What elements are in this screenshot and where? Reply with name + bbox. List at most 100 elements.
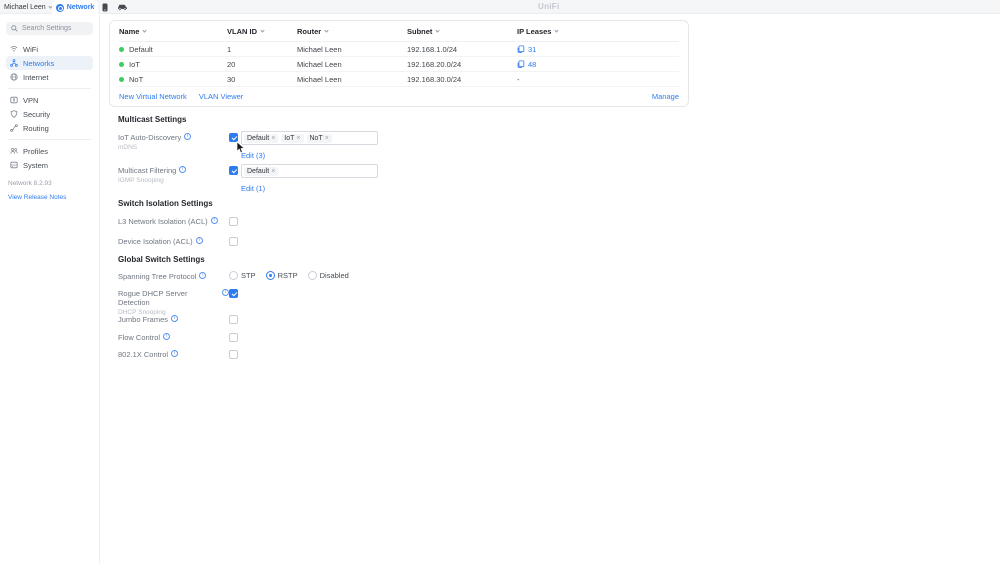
network-name-cell: IoT <box>119 60 227 69</box>
topbar-device-icons <box>102 0 128 14</box>
chip-remove-icon[interactable] <box>325 135 329 142</box>
l3-isolation-checkbox[interactable] <box>229 217 238 226</box>
info-icon[interactable] <box>171 315 178 322</box>
routing-icon <box>10 124 18 132</box>
vlan-id-cell: 1 <box>227 45 297 54</box>
jumbo-frames-checkbox[interactable] <box>229 315 238 324</box>
sidebar-item-label: Routing <box>23 124 49 133</box>
profiles-icon <box>10 147 18 155</box>
info-icon[interactable] <box>211 217 218 224</box>
globe-icon <box>10 73 18 81</box>
chip-remove-icon[interactable] <box>271 168 275 175</box>
vehicle-device-icon[interactable] <box>117 3 128 11</box>
setting-label: Flow Control <box>118 333 229 342</box>
search-input[interactable]: Search Settings <box>6 22 93 35</box>
setting-row-flow-control: Flow Control <box>118 333 238 342</box>
leases-doc-icon <box>517 45 525 53</box>
subnet-cell: 192.168.20.0/24 <box>407 60 517 69</box>
setting-row-iot-auto-discovery: IoT Auto-Discovery mDNS Default IoT <box>118 133 378 160</box>
sidebar-divider <box>8 139 91 140</box>
sidebar-item-networks[interactable]: Networks <box>6 56 93 70</box>
radio-icon <box>308 271 317 280</box>
vlan-viewer-link[interactable]: VLAN Viewer <box>199 92 243 101</box>
version-label: Network 8.2.93 <box>8 180 93 187</box>
network-chip: Default <box>244 134 278 143</box>
info-icon[interactable] <box>163 333 170 340</box>
info-icon[interactable] <box>222 289 229 296</box>
shield-icon <box>10 110 18 118</box>
setting-control <box>229 315 238 324</box>
info-icon[interactable] <box>199 272 206 279</box>
ip-leases-link[interactable]: 48 <box>517 60 679 69</box>
table-row[interactable]: IoT 20 Michael Leen 192.168.20.0/24 48 <box>119 57 679 72</box>
setting-control <box>229 289 238 316</box>
info-icon[interactable] <box>171 350 178 357</box>
setting-control <box>229 350 238 359</box>
iot-networks-tag-input[interactable]: Default IoT NoT <box>241 131 378 145</box>
tab-network-label: Network <box>67 4 95 11</box>
vlan-id-cell: 30 <box>227 75 297 84</box>
column-header-router[interactable]: Router <box>297 27 407 36</box>
table-row[interactable]: Default 1 Michael Leen 192.168.1.0/24 31 <box>119 42 679 57</box>
sidebar-item-vpn[interactable]: VPN <box>6 93 93 107</box>
multicast-filtering-checkbox[interactable] <box>229 166 238 175</box>
8021x-control-checkbox[interactable] <box>229 350 238 359</box>
filtering-networks-tag-input[interactable]: Default <box>241 164 378 178</box>
sidebar-item-wifi[interactable]: WiFi <box>6 42 93 56</box>
chip-remove-icon[interactable] <box>271 135 275 142</box>
radio-selected-icon <box>266 271 275 280</box>
site-switcher[interactable]: Michael Leen <box>4 0 52 14</box>
column-header-vlan-id[interactable]: VLAN ID <box>227 27 297 36</box>
chip-remove-icon[interactable] <box>296 135 300 142</box>
rogue-dhcp-checkbox[interactable] <box>229 289 238 298</box>
network-chip: Default <box>244 167 278 176</box>
subnet-cell: 192.168.1.0/24 <box>407 45 517 54</box>
edit-link[interactable]: Edit (1) <box>241 184 378 193</box>
sidebar-item-label: Internet <box>23 73 48 82</box>
radio-option-disabled[interactable]: Disabled <box>308 271 349 280</box>
leases-doc-icon <box>517 60 525 68</box>
stp-radio-group: STP RSTP Disabled <box>229 271 349 280</box>
radio-option-rstp[interactable]: RSTP <box>266 271 298 280</box>
info-icon[interactable] <box>184 133 191 140</box>
setting-row-multicast-filtering: Multicast Filtering IGMP Snooping Defaul… <box>118 166 378 193</box>
edit-link[interactable]: Edit (3) <box>241 151 378 160</box>
flow-control-checkbox[interactable] <box>229 333 238 342</box>
column-header-name[interactable]: Name <box>119 27 227 36</box>
sort-chevron-icon <box>325 28 329 32</box>
info-icon[interactable] <box>196 237 203 244</box>
subnet-cell: 192.168.30.0/24 <box>407 75 517 84</box>
device-isolation-checkbox[interactable] <box>229 237 238 246</box>
network-name-cell: NoT <box>119 75 227 84</box>
tab-network[interactable]: Network <box>52 0 98 15</box>
setting-label: Rogue DHCP Server Detection DHCP Snoopin… <box>118 289 229 316</box>
setting-label: Device Isolation (ACL) <box>118 237 229 246</box>
setting-control <box>229 217 238 226</box>
sidebar-item-routing[interactable]: Routing <box>6 121 93 135</box>
setting-row-l3-isolation: L3 Network Isolation (ACL) <box>118 217 238 226</box>
info-icon[interactable] <box>179 166 186 173</box>
column-header-ip-leases[interactable]: IP Leases <box>517 27 679 36</box>
manage-link[interactable]: Manage <box>652 92 679 101</box>
console-device-icon[interactable] <box>102 3 108 12</box>
radio-option-stp[interactable]: STP <box>229 271 256 280</box>
column-header-subnet[interactable]: Subnet <box>407 27 517 36</box>
view-release-notes-link[interactable]: View Release Notes <box>8 194 93 201</box>
table-row[interactable]: NoT 30 Michael Leen 192.168.30.0/24 - <box>119 72 679 87</box>
main-content: Name VLAN ID Router Subnet IP Leases <box>101 15 1000 563</box>
ip-leases-link[interactable]: 31 <box>517 45 679 54</box>
sidebar-item-profiles[interactable]: Profiles <box>6 144 93 158</box>
section-heading-multicast: Multicast Settings <box>118 115 186 124</box>
sort-chevron-icon <box>143 28 147 32</box>
sidebar-item-internet[interactable]: Internet <box>6 70 93 84</box>
new-virtual-network-link[interactable]: New Virtual Network <box>119 92 187 101</box>
sort-chevron-icon <box>436 28 440 32</box>
setting-label: Jumbo Frames <box>118 315 229 324</box>
unifi-network-settings-screen: Michael Leen Network UniFi <box>0 0 1000 563</box>
radio-icon <box>229 271 238 280</box>
status-dot-icon <box>119 77 124 82</box>
unifi-network-logo-icon <box>56 4 64 12</box>
setting-label: Multicast Filtering IGMP Snooping <box>118 166 229 193</box>
sidebar-item-security[interactable]: Security <box>6 107 93 121</box>
sidebar-item-system[interactable]: System <box>6 158 93 172</box>
